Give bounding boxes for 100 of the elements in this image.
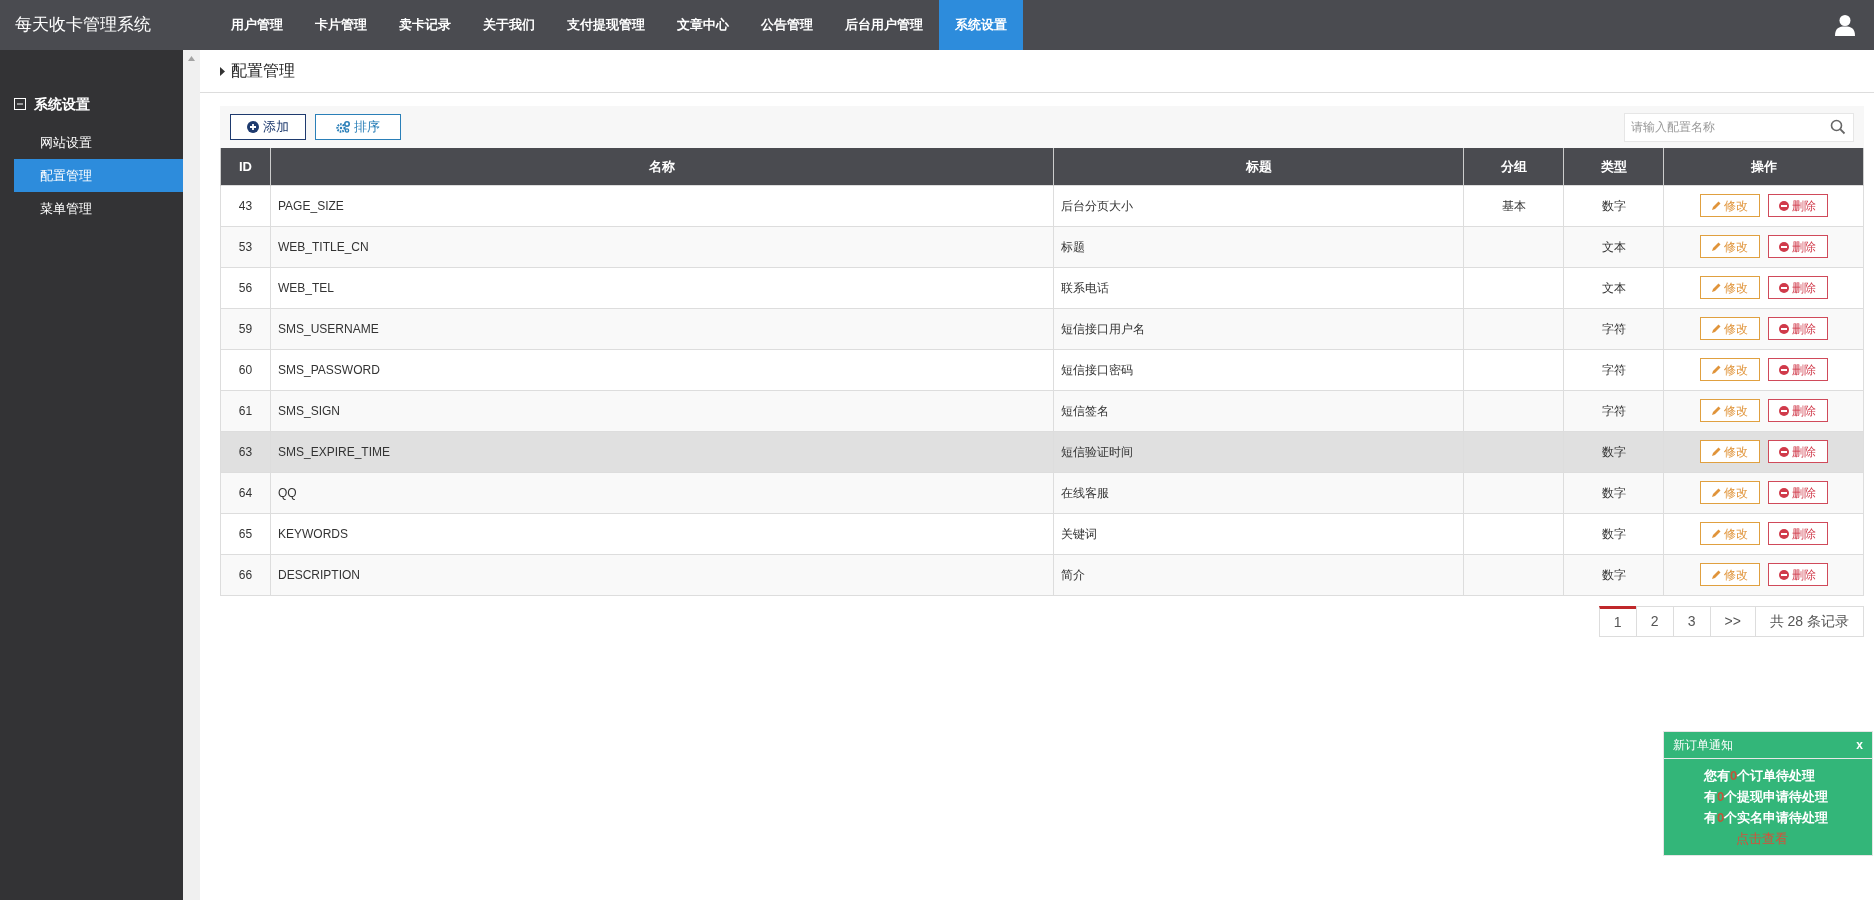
- table-row[interactable]: 60 SMS_PASSWORD 短信接口密码 字符 修改 删除: [220, 349, 1864, 390]
- delete-button[interactable]: 删除: [1767, 440, 1828, 463]
- table-row[interactable]: 65 KEYWORDS 关键词 数字 修改 删除: [220, 513, 1864, 554]
- column-header: 名称: [270, 148, 1054, 185]
- minus-circle-icon: [1779, 487, 1789, 498]
- sort-button[interactable]: 排序: [315, 114, 401, 140]
- pencil-icon: [1711, 283, 1721, 292]
- minus-circle-icon: [1779, 323, 1789, 334]
- table-cell: 56: [220, 267, 271, 308]
- table-cell: 文本: [1563, 267, 1664, 308]
- nav-tab[interactable]: 用户管理: [215, 0, 299, 50]
- page-button[interactable]: 3: [1672, 605, 1711, 637]
- nav-tab[interactable]: 公告管理: [745, 0, 829, 50]
- sidebar-item[interactable]: 网站设置: [14, 126, 183, 159]
- table-cell: 66: [220, 554, 271, 595]
- table-cell: 数字: [1563, 185, 1664, 226]
- table-cell: 53: [220, 226, 271, 267]
- record-count: 共 28 条记录: [1754, 605, 1864, 637]
- plus-circle-icon: [247, 121, 259, 133]
- table-cell: 65: [220, 513, 271, 554]
- minus-circle-icon: [1779, 446, 1789, 457]
- page-button[interactable]: 2: [1635, 605, 1674, 637]
- add-button[interactable]: 添加: [230, 114, 306, 140]
- delete-button[interactable]: 删除: [1767, 358, 1828, 381]
- nav-tab[interactable]: 后台用户管理: [829, 0, 939, 50]
- next-page-button[interactable]: >>: [1709, 605, 1756, 637]
- nav-tab[interactable]: 文章中心: [661, 0, 745, 50]
- pencil-icon: [1711, 447, 1721, 456]
- delete-button[interactable]: 删除: [1767, 522, 1828, 545]
- table-cell: 64: [220, 472, 271, 513]
- pencil-icon: [1711, 488, 1721, 497]
- column-header: 操作: [1663, 148, 1864, 185]
- search-field[interactable]: 请输入配置名称: [1624, 112, 1854, 142]
- user-icon[interactable]: [1834, 14, 1856, 36]
- table-row[interactable]: 59 SMS_USERNAME 短信接口用户名 字符 修改 删除: [220, 308, 1864, 349]
- table-cell: 59: [220, 308, 271, 349]
- nav-tab[interactable]: 关于我们: [467, 0, 551, 50]
- sidebar-item[interactable]: 配置管理: [14, 159, 183, 192]
- delete-button[interactable]: 删除: [1767, 481, 1828, 504]
- delete-button[interactable]: 删除: [1767, 317, 1828, 340]
- table-cell: QQ: [270, 472, 1054, 513]
- nav-tab[interactable]: 卖卡记录: [383, 0, 467, 50]
- caret-icon: [220, 66, 225, 76]
- table-cell: 43: [220, 185, 271, 226]
- delete-button[interactable]: 删除: [1767, 235, 1828, 258]
- table-row[interactable]: 64 QQ 在线客服 数字 修改 删除: [220, 472, 1864, 513]
- minus-circle-icon: [1779, 200, 1789, 211]
- table-cell: 文本: [1563, 226, 1664, 267]
- page-title: 配置管理: [231, 61, 295, 81]
- table-row[interactable]: 43 PAGE_SIZE 后台分页大小 基本 数字 修改 删除: [220, 185, 1864, 226]
- table-cell: 数字: [1563, 472, 1664, 513]
- table-cell: 标题: [1053, 226, 1464, 267]
- table-cell: 数字: [1563, 554, 1664, 595]
- column-header: 类型: [1563, 148, 1664, 185]
- minus-circle-icon: [1779, 241, 1789, 252]
- notification-text: 有0个实名申请待处理: [1704, 809, 1830, 827]
- table-cell: 数字: [1563, 513, 1664, 554]
- nav-tab[interactable]: 卡片管理: [299, 0, 383, 50]
- table-cell: SMS_EXPIRE_TIME: [270, 431, 1054, 472]
- pencil-icon: [1711, 324, 1721, 333]
- minus-circle-icon: [1779, 528, 1789, 539]
- collapse-icon[interactable]: [14, 98, 26, 110]
- sidebar-section-title[interactable]: 系统设置: [34, 93, 90, 115]
- delete-button[interactable]: 删除: [1767, 563, 1828, 586]
- minus-circle-icon: [1779, 569, 1789, 580]
- notification-text: 您有0个订单待处理: [1704, 767, 1817, 785]
- app-title: 每天收卡管理系统: [14, 14, 152, 37]
- table-cell: 基本: [1463, 185, 1564, 226]
- table-cell: WEB_TEL: [270, 267, 1054, 308]
- table-row[interactable]: 66 DESCRIPTION 简介 数字 修改 删除: [220, 554, 1864, 595]
- table-row[interactable]: 53 WEB_TITLE_CN 标题 文本 修改 删除: [220, 226, 1864, 267]
- table-cell: 数字: [1563, 431, 1664, 472]
- table-row[interactable]: 61 SMS_SIGN 短信签名 字符 修改 删除: [220, 390, 1864, 431]
- sidebar-item[interactable]: 菜单管理: [14, 192, 183, 225]
- table-cell: 关键词: [1053, 513, 1464, 554]
- pencil-icon: [1711, 242, 1721, 251]
- delete-button[interactable]: 删除: [1767, 194, 1828, 217]
- notification-title: 新订单通知: [1673, 737, 1733, 754]
- delete-button[interactable]: 删除: [1767, 399, 1828, 422]
- table-row[interactable]: 56 WEB_TEL 联系电话 文本 修改 删除: [220, 267, 1864, 308]
- nav-tab[interactable]: 支付提现管理: [551, 0, 661, 50]
- table-cell: 简介: [1053, 554, 1464, 595]
- gears-icon: [336, 121, 350, 133]
- table-row[interactable]: 63 SMS_EXPIRE_TIME 短信验证时间 数字 修改 删除: [220, 431, 1864, 472]
- search-icon[interactable]: [1830, 118, 1846, 135]
- pencil-icon: [1711, 570, 1721, 579]
- table-cell: 短信接口用户名: [1053, 308, 1464, 349]
- page-button[interactable]: 1: [1598, 605, 1637, 637]
- minus-circle-icon: [1779, 282, 1789, 293]
- delete-button[interactable]: 删除: [1767, 276, 1828, 299]
- nav-tab[interactable]: 系统设置: [939, 0, 1023, 50]
- pencil-icon: [1711, 529, 1721, 538]
- table-cell: 短信签名: [1053, 390, 1464, 431]
- minus-circle-icon: [1779, 405, 1789, 416]
- table-cell: 60: [220, 349, 271, 390]
- table-cell: 短信接口密码: [1053, 349, 1464, 390]
- notification-text: 有0个提现申请待处理: [1704, 788, 1830, 806]
- pencil-icon: [1711, 365, 1721, 374]
- pencil-icon: [1711, 406, 1721, 415]
- table-cell: 短信验证时间: [1053, 431, 1464, 472]
